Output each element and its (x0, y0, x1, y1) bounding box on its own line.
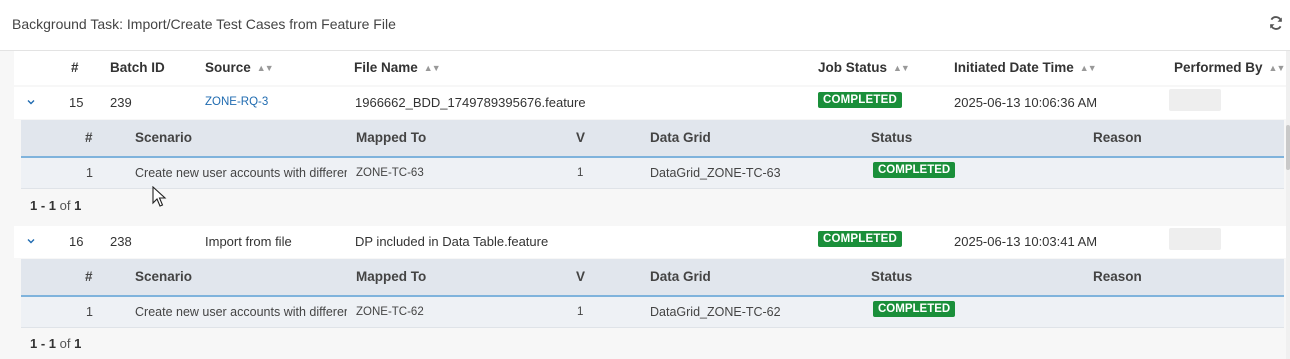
col-header-batch-id[interactable]: Batch ID (110, 60, 165, 75)
row-initiated: 2025-06-13 10:03:41 AM (954, 234, 1098, 249)
detail-col-reason: Reason (1093, 269, 1142, 284)
col-header-num: # (71, 60, 79, 75)
pager-total: 1 (74, 198, 82, 213)
detail-col-num: # (85, 269, 93, 284)
status-badge: COMPLETED (873, 162, 956, 178)
sort-icon[interactable]: ▲▼ (893, 63, 910, 73)
col-header-job-status-label: Job Status (818, 60, 888, 75)
detail-col-status: Status (871, 130, 913, 145)
chevron-down-icon[interactable] (26, 236, 36, 246)
task-grid: # Batch ID Source ▲▼ File Name ▲▼ Job Stat… (0, 51, 1290, 359)
detail-scenario: Create new user accounts with different … (135, 166, 347, 180)
detail-table: # Scenario Mapped To V Data Grid Status … (21, 120, 1284, 190)
detail-col-mapped-to: Mapped To (356, 269, 427, 284)
refresh-icon[interactable] (1268, 15, 1284, 31)
col-header-performed-by-label: Performed By (1174, 60, 1263, 75)
scrollbar-thumb[interactable] (1286, 125, 1290, 170)
row-batch-id: 239 (110, 95, 132, 110)
detail-scenario: Create new user accounts with different … (135, 305, 347, 319)
detail-header: # Scenario Mapped To V Data Grid Status … (21, 259, 1284, 297)
detail-col-data-grid: Data Grid (650, 130, 711, 145)
pager-of: of (59, 198, 71, 213)
row-num: 15 (69, 95, 84, 110)
detail-col-num: # (85, 130, 93, 145)
col-header-performed-by[interactable]: Performed By ▲▼ (1174, 60, 1286, 75)
table-row[interactable]: 16 238 Import from file DP included in D… (14, 226, 1290, 258)
source-link[interactable]: ZONE-RQ-3 (205, 96, 268, 108)
detail-num: 1 (86, 166, 93, 180)
detail-row[interactable]: 1 Create new user accounts with differen… (21, 158, 1284, 189)
pager-range: 1 - 1 (30, 336, 57, 351)
detail-data-grid: DataGrid_ZONE-TC-63 (650, 166, 781, 180)
detail-col-status: Status (871, 269, 913, 284)
vertical-scrollbar[interactable] (1286, 51, 1290, 359)
pager-total: 1 (74, 336, 82, 351)
detail-col-scenario: Scenario (135, 269, 193, 284)
row-num: 16 (69, 234, 84, 249)
pager-range: 1 - 1 (30, 198, 57, 213)
sort-icon[interactable]: ▲▼ (257, 63, 274, 73)
detail-col-data-grid: Data Grid (650, 269, 711, 284)
pagination-info: 1 - 1 of 1 (30, 198, 81, 213)
table-row[interactable]: 15 239 ZONE-RQ-3 1966662_BDD_17497893956… (14, 87, 1290, 119)
panel-header: Background Task: Import/Create Test Case… (0, 0, 1290, 51)
performed-by-avatar (1169, 228, 1221, 250)
col-header-job-status[interactable]: Job Status ▲▼ (818, 60, 910, 75)
version-link[interactable]: 1 (577, 306, 583, 318)
pager-of: of (59, 336, 71, 351)
detail-num: 1 (86, 305, 93, 319)
row-initiated: 2025-06-13 10:06:36 AM (954, 95, 1098, 110)
detail-data-grid: DataGrid_ZONE-TC-62 (650, 305, 781, 319)
col-header-file-name-label: File Name (354, 60, 418, 75)
chevron-down-icon[interactable] (26, 97, 36, 107)
detail-header: # Scenario Mapped To V Data Grid Status … (21, 120, 1284, 158)
col-header-initiated[interactable]: Initiated Date Time ▲▼ (954, 60, 1097, 75)
col-header-source-label: Source (205, 60, 251, 75)
col-header-initiated-label: Initiated Date Time (954, 60, 1074, 75)
sort-icon[interactable]: ▲▼ (424, 63, 441, 73)
panel-title: Background Task: Import/Create Test Case… (12, 16, 396, 32)
status-badge: COMPLETED (818, 231, 902, 247)
col-header-source[interactable]: Source ▲▼ (205, 60, 274, 75)
status-badge: COMPLETED (818, 92, 902, 108)
sort-icon[interactable]: ▲▼ (1080, 63, 1097, 73)
row-file-name: 1966662_BDD_1749789395676.feature (355, 95, 586, 110)
pagination-info: 1 - 1 of 1 (30, 336, 81, 351)
detail-col-reason: Reason (1093, 130, 1142, 145)
mapped-to-link[interactable]: ZONE-TC-62 (356, 306, 424, 318)
detail-col-v: V (576, 269, 586, 284)
col-header-file-name[interactable]: File Name ▲▼ (354, 60, 441, 75)
row-batch-id: 238 (110, 234, 132, 249)
sort-icon[interactable]: ▲▼ (1269, 63, 1286, 73)
detail-row[interactable]: 1 Create new user accounts with differen… (21, 297, 1284, 328)
mouse-cursor-icon (152, 186, 167, 207)
mapped-to-link[interactable]: ZONE-TC-63 (356, 167, 424, 179)
detail-col-mapped-to: Mapped To (356, 130, 427, 145)
grid-header: # Batch ID Source ▲▼ File Name ▲▼ Job Stat… (14, 51, 1290, 85)
detail-col-v: V (576, 130, 586, 145)
detail-table: # Scenario Mapped To V Data Grid Status … (21, 259, 1284, 329)
row-source: Import from file (205, 234, 292, 249)
row-file-name: DP included in Data Table.feature (355, 234, 549, 249)
status-badge: COMPLETED (873, 301, 956, 317)
version-link[interactable]: 1 (577, 167, 583, 179)
performed-by-avatar (1169, 89, 1221, 111)
detail-col-scenario: Scenario (135, 130, 193, 145)
